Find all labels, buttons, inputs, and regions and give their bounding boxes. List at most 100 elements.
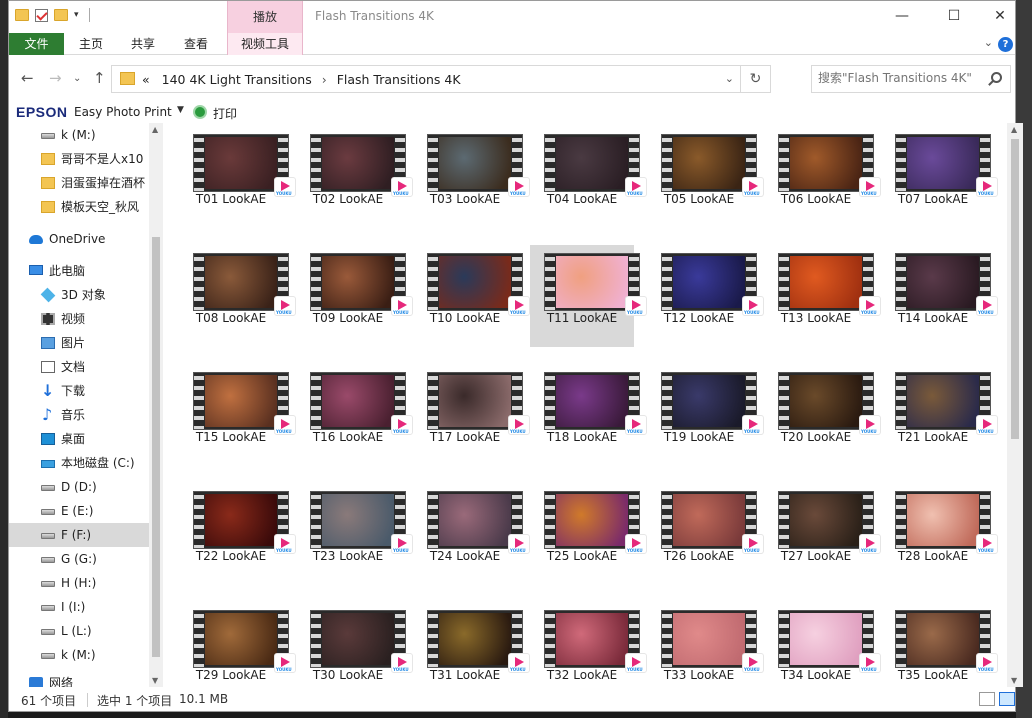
- chevron-down-icon[interactable]: ▼: [177, 105, 184, 115]
- breadcrumb-segment[interactable]: 140 4K Light Transitions: [162, 72, 312, 87]
- scroll-down-icon[interactable]: ▼: [1011, 676, 1017, 685]
- close-button[interactable]: ✕: [977, 5, 1023, 29]
- breadcrumb-overflow[interactable]: «: [142, 72, 150, 87]
- file-item[interactable]: T19 LookAE: [647, 364, 764, 466]
- sidebar-item[interactable]: 此电脑: [9, 259, 149, 283]
- search-box[interactable]: [811, 65, 1011, 93]
- file-item[interactable]: T11 LookAE: [530, 245, 647, 347]
- expand-ribbon-icon[interactable]: ⌄: [984, 36, 993, 49]
- file-item[interactable]: T29 LookAE: [179, 602, 296, 687]
- minimize-button[interactable]: —: [879, 5, 925, 29]
- file-item[interactable]: T02 LookAE: [296, 126, 413, 228]
- sidebar-item[interactable]: D (D:): [9, 475, 149, 499]
- details-view-icon[interactable]: [979, 692, 995, 706]
- tab-video-tools[interactable]: 视频工具: [227, 33, 303, 55]
- sidebar-item[interactable]: F (F:): [9, 523, 149, 547]
- sidebar-item[interactable]: k (M:): [9, 123, 149, 147]
- file-item[interactable]: T09 LookAE: [296, 245, 413, 347]
- file-item[interactable]: T03 LookAE: [413, 126, 530, 228]
- file-item[interactable]: T28 LookAE: [881, 483, 998, 585]
- new-folder-icon[interactable]: [54, 9, 68, 21]
- file-item[interactable]: T27 LookAE: [764, 483, 881, 585]
- file-item[interactable]: T33 LookAE: [647, 602, 764, 687]
- tab-home[interactable]: 主页: [67, 33, 115, 55]
- sidebar-item[interactable]: k (M:): [9, 643, 149, 667]
- file-item[interactable]: T25 LookAE: [530, 483, 647, 585]
- sidebar-item[interactable]: G (G:): [9, 547, 149, 571]
- sidebar-item[interactable]: 文档: [9, 355, 149, 379]
- file-item[interactable]: T14 LookAE: [881, 245, 998, 347]
- properties-icon[interactable]: [35, 8, 48, 22]
- back-button[interactable]: ←: [21, 69, 34, 87]
- sidebar-item[interactable]: 桌面: [9, 427, 149, 451]
- sidebar-item[interactable]: H (H:): [9, 571, 149, 595]
- file-item[interactable]: T12 LookAE: [647, 245, 764, 347]
- tab-view[interactable]: 查看: [172, 33, 220, 55]
- sidebar-item[interactable]: 泪蛋蛋掉在酒杯: [9, 171, 149, 195]
- tab-file[interactable]: 文件: [9, 33, 64, 55]
- file-item[interactable]: T23 LookAE: [296, 483, 413, 585]
- file-item[interactable]: T01 LookAE: [179, 126, 296, 228]
- search-input[interactable]: [818, 71, 984, 85]
- easy-photo-print-button[interactable]: Easy Photo Print: [74, 105, 172, 119]
- file-item[interactable]: T24 LookAE: [413, 483, 530, 585]
- scroll-down-icon[interactable]: ▼: [152, 676, 158, 685]
- file-item[interactable]: T30 LookAE: [296, 602, 413, 687]
- sidebar-item[interactable]: 视频: [9, 307, 149, 331]
- file-item[interactable]: T34 LookAE: [764, 602, 881, 687]
- sidebar-item[interactable]: 哥哥不是人x10: [9, 147, 149, 171]
- sidebar-item[interactable]: 3D 对象: [9, 283, 149, 307]
- recent-locations-button[interactable]: ⌄: [73, 73, 81, 84]
- large-icons-view-icon[interactable]: [999, 692, 1015, 706]
- sidebar-item[interactable]: 音乐: [9, 403, 149, 427]
- folder-icon[interactable]: [15, 9, 29, 21]
- scrollbar-thumb[interactable]: [1011, 139, 1019, 439]
- file-item[interactable]: T21 LookAE: [881, 364, 998, 466]
- file-item[interactable]: T15 LookAE: [179, 364, 296, 466]
- file-item[interactable]: T04 LookAE: [530, 126, 647, 228]
- file-item[interactable]: T22 LookAE: [179, 483, 296, 585]
- customize-toolbar-icon[interactable]: ▾: [74, 10, 79, 20]
- file-item[interactable]: T08 LookAE: [179, 245, 296, 347]
- file-item[interactable]: T26 LookAE: [647, 483, 764, 585]
- content-scrollbar[interactable]: ▲ ▼: [1007, 123, 1023, 687]
- sidebar-item[interactable]: 网络: [9, 671, 149, 687]
- forward-button[interactable]: →: [49, 69, 62, 87]
- file-item[interactable]: T07 LookAE: [881, 126, 998, 228]
- file-item[interactable]: T18 LookAE: [530, 364, 647, 466]
- sidebar-item[interactable]: 下载: [9, 379, 149, 403]
- file-item[interactable]: T31 LookAE: [413, 602, 530, 687]
- file-item[interactable]: T32 LookAE: [530, 602, 647, 687]
- file-item[interactable]: T06 LookAE: [764, 126, 881, 228]
- file-item[interactable]: T16 LookAE: [296, 364, 413, 466]
- breadcrumb-segment[interactable]: Flash Transitions 4K: [337, 72, 461, 87]
- navigation-scrollbar[interactable]: ▲ ▼: [149, 123, 163, 687]
- help-icon[interactable]: ?: [998, 37, 1013, 52]
- refresh-button[interactable]: ↻: [740, 66, 770, 92]
- video-thumbnail: [661, 253, 764, 316]
- file-item[interactable]: T17 LookAE: [413, 364, 530, 466]
- address-bar[interactable]: « 140 4K Light Transitions › Flash Trans…: [111, 65, 771, 93]
- sidebar-item[interactable]: 模板天空_秋风: [9, 195, 149, 219]
- sidebar-item[interactable]: 图片: [9, 331, 149, 355]
- file-item[interactable]: T20 LookAE: [764, 364, 881, 466]
- file-item[interactable]: T13 LookAE: [764, 245, 881, 347]
- print-button[interactable]: 打印: [213, 105, 237, 122]
- tab-share[interactable]: 共享: [119, 33, 167, 55]
- file-item[interactable]: T10 LookAE: [413, 245, 530, 347]
- sidebar-item[interactable]: E (E:): [9, 499, 149, 523]
- address-dropdown-icon[interactable]: ⌄: [725, 72, 734, 85]
- sidebar-item[interactable]: OneDrive: [9, 227, 149, 251]
- sidebar-item[interactable]: L (L:): [9, 619, 149, 643]
- scrollbar-thumb[interactable]: [152, 237, 160, 657]
- sidebar-item[interactable]: 本地磁盘 (C:): [9, 451, 149, 475]
- search-icon[interactable]: [991, 72, 1002, 83]
- sidebar-item[interactable]: I (I:): [9, 595, 149, 619]
- maximize-button[interactable]: ☐: [931, 5, 977, 29]
- up-button[interactable]: ↑: [93, 69, 106, 87]
- file-item[interactable]: T05 LookAE: [647, 126, 764, 228]
- scroll-up-icon[interactable]: ▲: [1011, 125, 1017, 134]
- print-icon[interactable]: [193, 105, 207, 119]
- file-item[interactable]: T35 LookAE: [881, 602, 998, 687]
- scroll-up-icon[interactable]: ▲: [152, 125, 158, 134]
